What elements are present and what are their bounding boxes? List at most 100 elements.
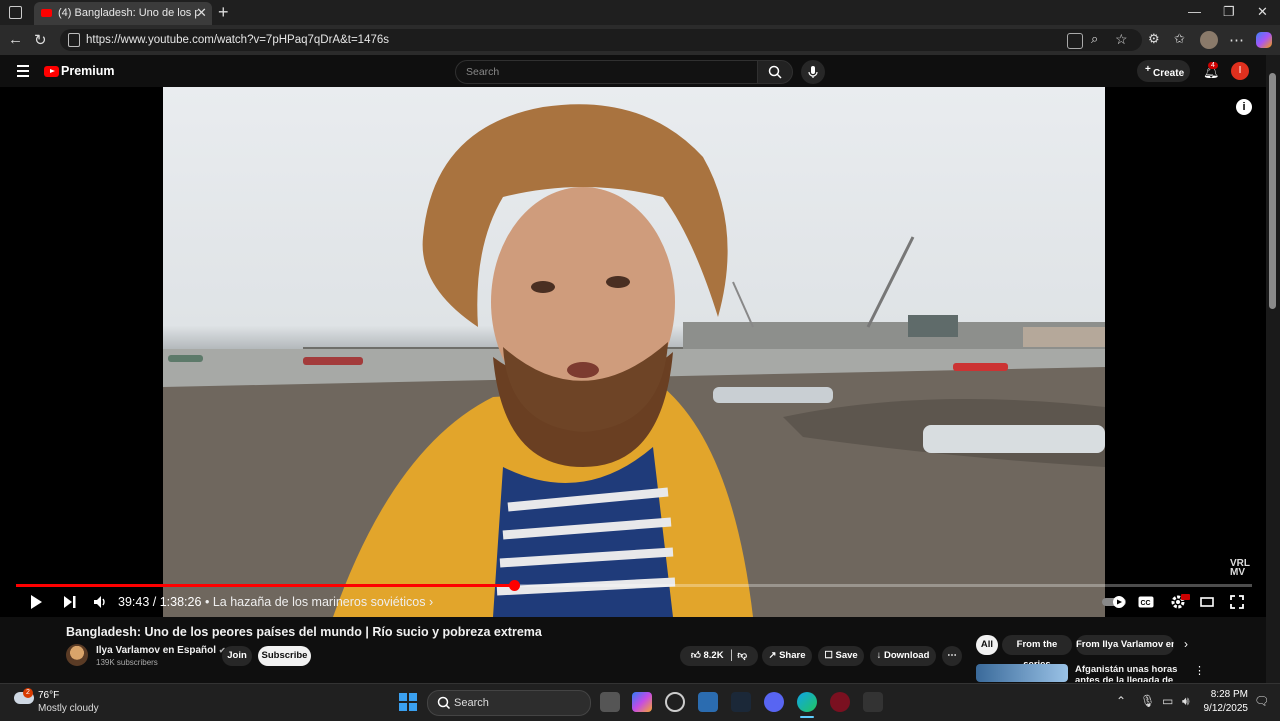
- youtube-premium-brand[interactable]: Premium: [61, 64, 115, 78]
- windows-start-icon[interactable]: [399, 693, 417, 711]
- address-bar[interactable]: https://www.youtube.com/watch?v=7pHPaq7q…: [60, 29, 1142, 51]
- app-available-icon[interactable]: [1067, 33, 1083, 49]
- theater-mode-button[interactable]: [1200, 597, 1214, 607]
- discord-app-icon[interactable]: [764, 692, 784, 712]
- menu-icon[interactable]: [17, 65, 29, 80]
- channel-name[interactable]: Ilya Varlamov en Español ✔: [96, 645, 226, 656]
- chip-from-channel[interactable]: From Ilya Varlamov en Es: [1076, 635, 1174, 655]
- copilot-icon[interactable]: [1256, 32, 1272, 48]
- recommended-video-thumbnail[interactable]: [976, 664, 1068, 682]
- page-scrollbar[interactable]: [1266, 55, 1280, 683]
- favorite-star-icon[interactable]: ☆: [1115, 31, 1128, 48]
- time-display: 39:43 / 1:38:26: [118, 595, 201, 609]
- speaker-tray-icon[interactable]: 🔊︎: [1182, 694, 1190, 709]
- settings-button[interactable]: [1170, 594, 1190, 610]
- search-icon: [768, 65, 782, 79]
- time-separator: /: [149, 595, 160, 609]
- chapter-title[interactable]: • La hazaña de los marineros soviéticos …: [205, 595, 433, 609]
- svg-text:CC: CC: [1141, 600, 1151, 607]
- settings-more-icon[interactable]: ⋯: [1229, 31, 1244, 49]
- captions-button[interactable]: CC: [1138, 596, 1154, 608]
- chip-all[interactable]: All: [976, 635, 998, 655]
- video-frame[interactable]: [163, 87, 1105, 617]
- video-scene-image: [163, 104, 1105, 617]
- tab-close-icon[interactable]: ✕: [196, 5, 207, 21]
- recommended-menu-icon[interactable]: ⋮: [1194, 664, 1205, 677]
- extensions-icon[interactable]: ⚙: [1148, 31, 1160, 47]
- taskbar-search-label: Search: [454, 697, 489, 709]
- current-time: 39:43: [118, 595, 150, 609]
- refresh-icon[interactable]: ↻: [34, 31, 47, 49]
- play-button[interactable]: [28, 594, 44, 610]
- like-dislike-group[interactable]: 👍︎ 8.2K │ 👎︎: [680, 646, 758, 666]
- notification-center-icon[interactable]: 🗨︎: [1254, 694, 1269, 708]
- zoom-icon[interactable]: ⌕: [1091, 31, 1098, 47]
- steam-app-icon[interactable]: [731, 692, 751, 712]
- account-avatar[interactable]: I: [1231, 62, 1249, 80]
- save-button[interactable]: ☐ Save: [818, 646, 864, 666]
- copilot-app-icon[interactable]: [632, 692, 652, 712]
- display-tray-icon[interactable]: ▭: [1162, 694, 1173, 708]
- like-icon[interactable]: 👍︎: [691, 650, 701, 661]
- clock-time[interactable]: 8:28 PM: [1210, 689, 1248, 700]
- url-text: https://www.youtube.com/watch?v=7pHPaq7q…: [86, 34, 390, 46]
- microphone-tray-icon[interactable]: 🎙︎: [1140, 694, 1155, 708]
- channel-avatar[interactable]: [66, 644, 88, 666]
- more-actions-icon[interactable]: ⋯: [942, 646, 962, 666]
- back-icon[interactable]: ←: [8, 31, 23, 48]
- weather-description[interactable]: Mostly cloudy: [38, 703, 99, 714]
- taskbar-search[interactable]: Search: [427, 690, 591, 716]
- tab-title: (4) Bangladesh: Uno de los peores países…: [58, 7, 198, 19]
- dislike-icon[interactable]: 👎︎: [737, 650, 747, 661]
- settings-gear-icon: [1171, 594, 1190, 609]
- progress-played: [16, 584, 515, 587]
- chip-from-series[interactable]: From the series: [1002, 635, 1072, 670]
- scrollbar-thumb[interactable]: [1269, 73, 1276, 309]
- edge-active-indicator: [800, 716, 814, 718]
- new-tab-icon[interactable]: +: [218, 2, 229, 23]
- download-icon: ↓: [876, 650, 882, 661]
- recommended-video-title[interactable]: Afganistán unas horas antes de la llegad…: [1075, 664, 1190, 682]
- video-title: Bangladesh: Uno de los peores países del…: [66, 625, 542, 639]
- edge-app-icon[interactable]: [797, 692, 817, 712]
- tab-actions-icon[interactable]: [9, 6, 22, 19]
- autoplay-toggle[interactable]: [1102, 596, 1128, 608]
- profile-avatar[interactable]: [1200, 31, 1218, 49]
- minimize-icon[interactable]: —: [1188, 4, 1201, 19]
- notification-count-badge: 4: [1208, 62, 1218, 69]
- share-button[interactable]: ↗ Share: [762, 646, 812, 666]
- video-info-icon[interactable]: i: [1236, 99, 1252, 115]
- restore-icon[interactable]: ❐: [1223, 4, 1235, 20]
- download-button[interactable]: ↓ Download: [870, 646, 936, 666]
- media-app-icon[interactable]: [830, 692, 850, 712]
- task-view-icon[interactable]: [600, 692, 620, 712]
- create-button[interactable]: + Create: [1137, 60, 1190, 82]
- search-input[interactable]: Search: [455, 60, 759, 84]
- channel-watermark[interactable]: VRL MV: [1230, 559, 1252, 578]
- fullscreen-button[interactable]: [1230, 595, 1244, 609]
- subscriber-count: 139K subscribers: [96, 658, 158, 667]
- play-icon: [31, 595, 42, 609]
- search-button[interactable]: [757, 60, 793, 84]
- window-close-icon[interactable]: ✕: [1257, 4, 1268, 20]
- store-app-icon[interactable]: [698, 692, 718, 712]
- browser-tab[interactable]: (4) Bangladesh: Uno de los peores países…: [34, 2, 212, 25]
- search-placeholder: Search: [466, 66, 500, 78]
- next-button[interactable]: [63, 594, 77, 610]
- terminal-app-icon[interactable]: [863, 692, 883, 712]
- site-info-icon[interactable]: [68, 33, 80, 47]
- microphone-icon: [808, 66, 818, 78]
- voice-search-button[interactable]: [801, 60, 825, 84]
- chevron-right-icon[interactable]: ›: [1184, 637, 1188, 651]
- favorites-icon[interactable]: ✩: [1174, 31, 1185, 47]
- show-hidden-icons-icon[interactable]: ⌃: [1116, 694, 1126, 708]
- chrome-app-icon[interactable]: [665, 692, 685, 712]
- weather-temperature[interactable]: 76°F: [38, 690, 59, 701]
- clock-date[interactable]: 9/12/2025: [1200, 703, 1249, 714]
- mute-button[interactable]: [92, 594, 108, 610]
- theater-icon: [1200, 597, 1214, 607]
- join-button[interactable]: Join: [222, 646, 252, 666]
- create-label: + Create: [1145, 64, 1185, 79]
- youtube-logo-icon[interactable]: [44, 66, 59, 77]
- subscribe-button[interactable]: Subscribe: [258, 646, 311, 666]
